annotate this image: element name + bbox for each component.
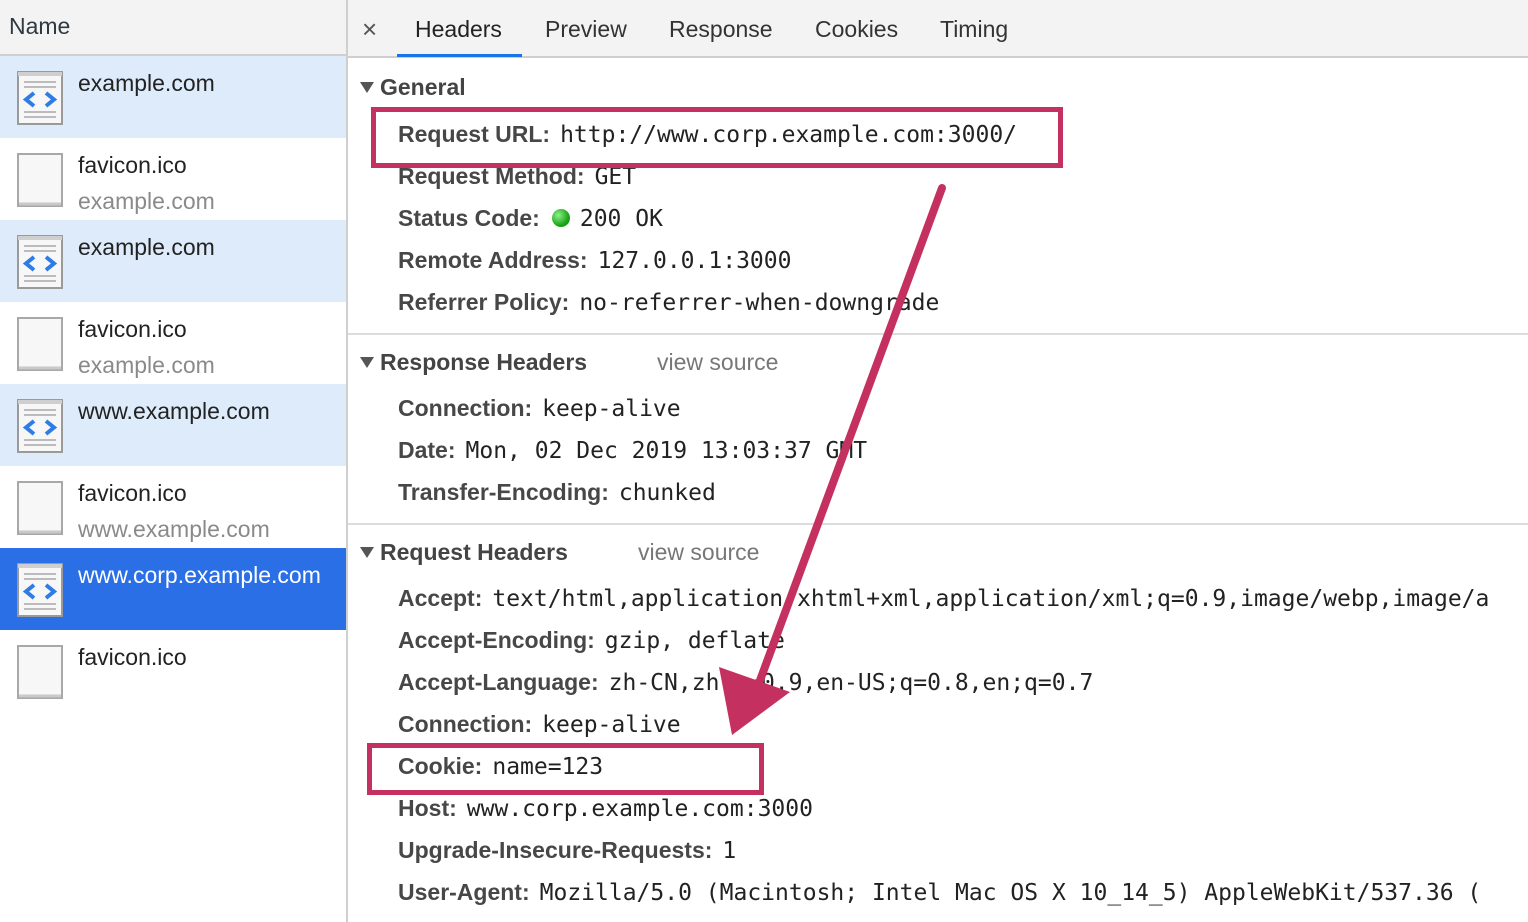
request-list: example.com favicon.ico example.com example… bbox=[0, 56, 346, 712]
request-row[interactable]: favicon.ico example.com bbox=[0, 302, 346, 384]
request-row[interactable]: favicon.ico bbox=[0, 630, 346, 712]
request-name: example.com bbox=[78, 70, 215, 96]
header-value: www.corp.example.com:3000 bbox=[466, 796, 813, 822]
tab-preview[interactable]: Preview bbox=[545, 0, 627, 56]
header-key: Status Code: bbox=[398, 205, 540, 231]
triangle-down-icon bbox=[360, 357, 374, 368]
section-divider bbox=[348, 523, 1528, 525]
section-divider bbox=[348, 333, 1528, 335]
header-row-referrer policy: Referrer Policy: no-referrer-when-downgra… bbox=[398, 289, 939, 316]
blank-file-icon bbox=[16, 644, 64, 700]
header-value: 200 OK bbox=[579, 206, 663, 232]
html-document-icon bbox=[16, 234, 64, 290]
request-headers-title: Request Headers bbox=[380, 539, 568, 565]
request-domain: www.example.com bbox=[78, 516, 270, 542]
blank-file-icon bbox=[16, 316, 64, 372]
header-value: text/html,application/xhtml+xml,applicat… bbox=[492, 586, 1490, 612]
details-tabbar: × Headers Preview Response Cookies Timin… bbox=[348, 0, 1528, 58]
header-row-accept-language: Accept-Language: zh-CN,zh;q=0.9,en-US;q=0… bbox=[398, 669, 1093, 696]
header-key: Accept: bbox=[398, 585, 483, 611]
general-section-toggle[interactable]: General bbox=[360, 74, 466, 101]
general-section-title: General bbox=[380, 74, 466, 100]
header-row-transfer-encoding: Transfer-Encoding: chunked bbox=[398, 479, 716, 506]
cookie-highlight-box bbox=[367, 743, 764, 795]
header-value: keep-alive bbox=[542, 396, 681, 422]
request-row[interactable]: favicon.ico www.example.com bbox=[0, 466, 346, 548]
triangle-down-icon bbox=[360, 547, 374, 558]
blank-file-icon bbox=[16, 480, 64, 536]
header-value: 127.0.0.1:3000 bbox=[597, 248, 792, 274]
tab-timing[interactable]: Timing bbox=[940, 0, 1008, 56]
header-key: User-Agent: bbox=[398, 879, 530, 905]
request-row[interactable]: example.com bbox=[0, 220, 346, 302]
header-value: keep-alive bbox=[542, 712, 681, 738]
header-key: Connection: bbox=[398, 711, 533, 737]
header-row-connection: Connection: keep-alive bbox=[398, 711, 681, 738]
header-key: Remote Address: bbox=[398, 247, 588, 273]
header-value: zh-CN,zh;q=0.9,en-US;q=0.8,en;q=0.7 bbox=[608, 670, 1094, 696]
request-name: favicon.ico bbox=[78, 480, 187, 506]
blank-file-icon bbox=[16, 152, 64, 208]
tab-cookies[interactable]: Cookies bbox=[815, 0, 898, 56]
request-name: example.com bbox=[78, 234, 215, 260]
header-row-connection: Connection: keep-alive bbox=[398, 395, 681, 422]
request-name: www.corp.example.com bbox=[78, 562, 321, 588]
html-document-icon bbox=[16, 398, 64, 454]
header-row-user-agent: User-Agent: Mozilla/5.0 (Macintosh; Intel… bbox=[398, 879, 1481, 906]
header-key: Connection: bbox=[398, 395, 533, 421]
request-name: www.example.com bbox=[78, 398, 270, 424]
html-document-icon bbox=[16, 70, 64, 126]
header-row-host: Host: www.corp.example.com:3000 bbox=[398, 795, 813, 822]
request-name: favicon.ico bbox=[78, 316, 187, 342]
response-view-source-link[interactable]: view source bbox=[657, 349, 778, 376]
header-value: chunked bbox=[618, 480, 716, 506]
response-headers-section-toggle[interactable]: Response Headers bbox=[360, 349, 587, 376]
request-view-source-link[interactable]: view source bbox=[638, 539, 759, 566]
header-row-accept: Accept: text/html,application/xhtml+xml,a… bbox=[398, 585, 1489, 612]
header-value: gzip, deflate bbox=[604, 628, 785, 654]
request-domain: example.com bbox=[78, 352, 215, 378]
name-column-header[interactable]: Name bbox=[0, 0, 346, 56]
header-key: Accept-Language: bbox=[398, 669, 599, 695]
request-row-selected[interactable]: www.corp.example.com bbox=[0, 548, 346, 630]
header-key: Referrer Policy: bbox=[398, 289, 570, 315]
header-value: Mon, 02 Dec 2019 13:03:37 GMT bbox=[465, 438, 868, 464]
request-url-highlight-box bbox=[371, 107, 1063, 168]
request-name: favicon.ico bbox=[78, 152, 187, 178]
request-list-panel: Name example.com favicon.ico example.com ex… bbox=[0, 0, 348, 922]
header-row-upgrade-insecure-requests: Upgrade-Insecure-Requests: 1 bbox=[398, 837, 736, 864]
request-row[interactable]: www.example.com bbox=[0, 384, 346, 466]
header-key: Upgrade-Insecure-Requests: bbox=[398, 837, 713, 863]
request-domain: example.com bbox=[78, 188, 215, 214]
close-icon[interactable]: × bbox=[362, 14, 377, 44]
header-value: Mozilla/5.0 (Macintosh; Intel Mac OS X 1… bbox=[539, 880, 1482, 906]
header-row-accept-encoding: Accept-Encoding: gzip, deflate bbox=[398, 627, 785, 654]
tab-headers[interactable]: Headers bbox=[397, 0, 522, 57]
header-key: Host: bbox=[398, 795, 457, 821]
triangle-down-icon bbox=[360, 82, 374, 93]
header-key: Date: bbox=[398, 437, 456, 463]
html-document-icon bbox=[16, 562, 64, 618]
header-row-date: Date: Mon, 02 Dec 2019 13:03:37 GMT bbox=[398, 437, 867, 464]
response-headers-title: Response Headers bbox=[380, 349, 588, 375]
tab-response[interactable]: Response bbox=[669, 0, 773, 56]
header-row-status code: Status Code: 200 OK bbox=[398, 205, 663, 232]
request-name: favicon.ico bbox=[78, 644, 187, 670]
header-row-remote address: Remote Address: 127.0.0.1:3000 bbox=[398, 247, 791, 274]
header-value: 1 bbox=[722, 838, 737, 864]
request-row[interactable]: favicon.ico example.com bbox=[0, 138, 346, 220]
status-green-dot-icon bbox=[551, 209, 570, 227]
request-row[interactable]: example.com bbox=[0, 56, 346, 138]
header-key: Transfer-Encoding: bbox=[398, 479, 609, 505]
header-value: no-referrer-when-downgrade bbox=[579, 290, 940, 316]
header-key: Accept-Encoding: bbox=[398, 627, 595, 653]
request-headers-section-toggle[interactable]: Request Headers bbox=[360, 539, 568, 566]
